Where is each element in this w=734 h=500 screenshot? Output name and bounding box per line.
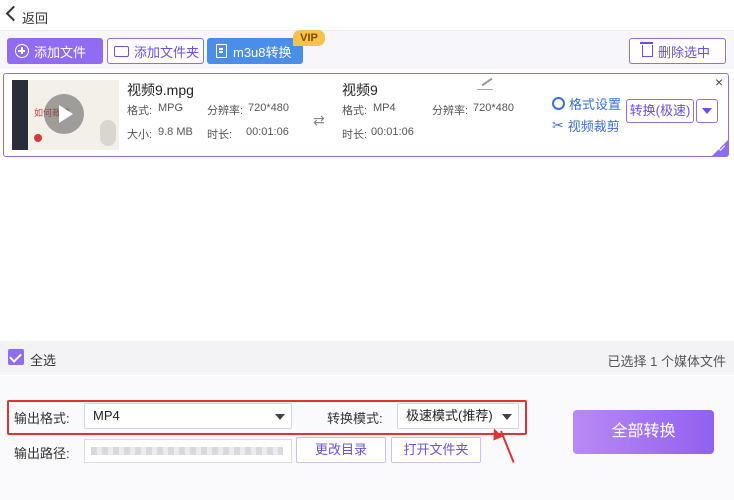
document-icon (216, 44, 227, 58)
m3u8-label: m3u8转换 (233, 44, 292, 60)
target-format: MP4 (373, 102, 396, 114)
back-button[interactable]: 返回 (22, 8, 48, 27)
source-resolution-label: 分辨率: (207, 105, 244, 117)
source-duration-label: 时长: (207, 129, 233, 141)
format-settings-link[interactable]: 格式设置 (552, 94, 621, 113)
close-icon[interactable]: × (715, 74, 723, 90)
delete-selected-label: 删除选中 (658, 44, 711, 60)
selected-count-text: 已选择 1 个媒体文件 (607, 354, 726, 369)
pencil-edit-icon[interactable] (481, 77, 493, 87)
selection-bar: 全选 已选择 1 个媒体文件 (0, 341, 734, 375)
trash-icon (640, 42, 653, 57)
video-crop-label: 视频裁剪 (567, 119, 620, 134)
convert-fast-button[interactable]: 转换(极速) (626, 99, 694, 123)
select-all-label[interactable]: 全选 (30, 350, 56, 369)
target-duration: 00:01:06 (371, 126, 414, 138)
source-size-label: 大小: (127, 129, 153, 141)
shuffle-arrows-icon: ⇄ (313, 112, 325, 128)
m3u8-convert-button[interactable]: m3u8转换 (207, 38, 303, 64)
video-crop-link[interactable]: ✂ 视频裁剪 (552, 116, 620, 135)
convert-all-button[interactable]: 全部转换 (573, 410, 714, 454)
top-bar: 返回 (0, 0, 734, 31)
blurred-path-text (91, 447, 283, 455)
open-folder-button[interactable]: 打开文件夹 (391, 437, 481, 463)
add-file-button[interactable]: 添加文件 (7, 38, 103, 64)
add-file-label: 添加文件 (34, 44, 87, 60)
target-file-name[interactable]: 视频9 (342, 80, 378, 100)
output-path-field[interactable] (84, 439, 292, 463)
thumbnail-dot (34, 134, 42, 142)
change-directory-button[interactable]: 更改目录 (296, 437, 386, 463)
convert-dropdown-button[interactable] (696, 99, 718, 123)
add-folder-button[interactable]: 添加文件夹 (107, 38, 204, 64)
source-format-label: 格式: (127, 105, 153, 117)
play-icon[interactable] (44, 94, 84, 134)
folder-icon (114, 45, 129, 57)
source-format: MPG (158, 102, 184, 114)
edit-underline (477, 89, 493, 90)
add-folder-label: 添加文件夹 (134, 44, 200, 60)
back-chevron-icon[interactable] (5, 5, 22, 22)
delete-selected-button[interactable]: 删除选中 (629, 38, 726, 64)
source-resolution: 720*480 (248, 102, 289, 114)
target-resolution: 720*480 (473, 102, 514, 114)
select-all-checkbox[interactable] (8, 349, 24, 365)
format-settings-label: 格式设置 (569, 97, 622, 112)
toolbar: 添加文件 添加文件夹 m3u8转换 删除选中 (0, 31, 734, 69)
target-format-label: 格式: (342, 105, 368, 117)
target-resolution-label: 分辨率: (432, 105, 469, 117)
thumbnail-shape (100, 120, 116, 146)
video-thumbnail[interactable]: 如何裁剪 (12, 80, 119, 150)
scissors-icon: ✂ (552, 117, 564, 133)
source-size: 9.8 MB (158, 126, 193, 138)
gear-icon (552, 97, 565, 110)
source-duration: 00:01:06 (246, 126, 289, 138)
thumbnail-dark-strip (12, 80, 28, 150)
annotation-highlight-box (7, 400, 527, 435)
target-duration-label: 时长: (342, 129, 368, 141)
vip-badge: VIP (293, 30, 325, 46)
output-path-label: 输出路径: (14, 446, 70, 461)
file-item-card[interactable]: 如何裁剪 视频9.mpg 格式: MPG 分辨率: 720*480 大小: 9.… (3, 73, 729, 157)
plus-circle-icon (15, 44, 29, 58)
source-file-name: 视频9.mpg (127, 82, 194, 98)
